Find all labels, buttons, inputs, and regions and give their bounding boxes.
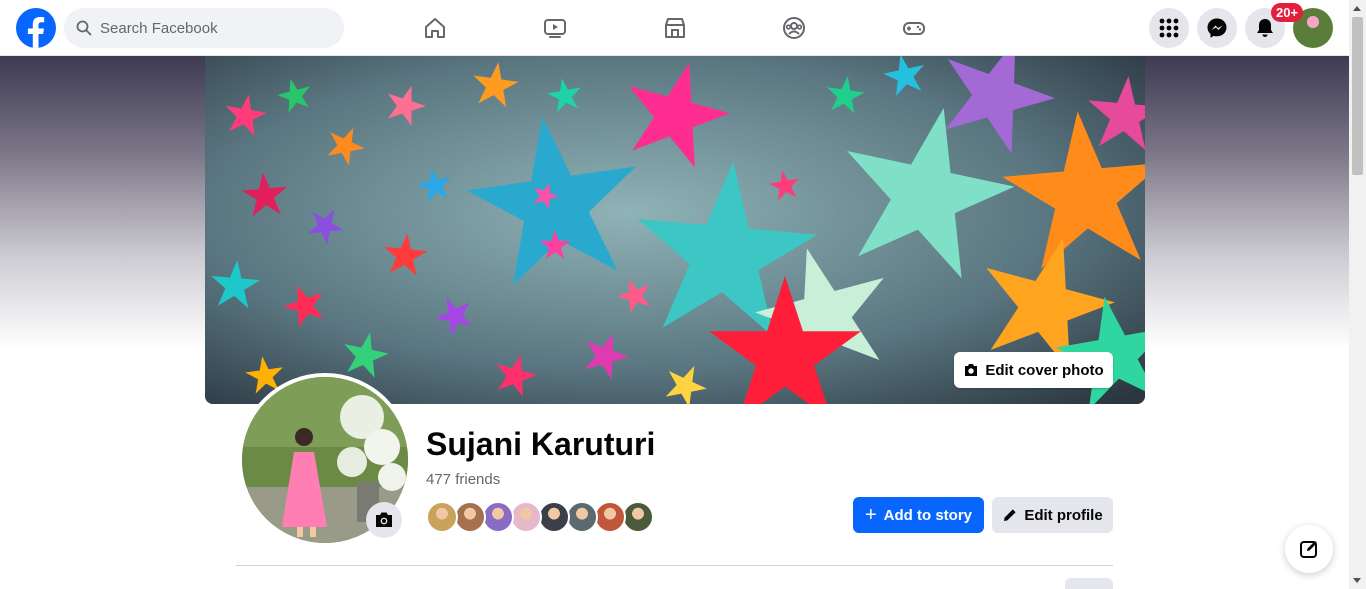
search-bar[interactable]	[64, 8, 344, 48]
search-icon	[76, 20, 92, 36]
vertical-scrollbar[interactable]	[1349, 0, 1366, 589]
marketplace-icon[interactable]	[659, 12, 691, 44]
home-icon[interactable]	[419, 12, 451, 44]
add-to-story-button[interactable]: + Add to story	[853, 497, 984, 533]
notifications-icon	[1257, 19, 1273, 37]
friend-avatar[interactable]	[510, 501, 542, 533]
edit-profile-button[interactable]: Edit profile	[992, 497, 1113, 533]
compose-icon	[1300, 541, 1317, 558]
friend-avatar[interactable]	[426, 501, 458, 533]
camera-icon	[965, 364, 978, 376]
camera-icon	[376, 512, 392, 527]
new-message-button[interactable]	[1285, 525, 1333, 573]
messenger-icon	[1207, 18, 1227, 38]
scroll-thumb[interactable]	[1352, 17, 1363, 175]
search-input[interactable]	[100, 19, 320, 37]
profile-name: Sujani Karuturi	[426, 426, 656, 462]
watch-icon[interactable]	[539, 12, 571, 44]
gaming-icon[interactable]	[898, 12, 930, 44]
friend-avatars-row	[426, 501, 654, 533]
plus-icon: +	[864, 504, 877, 526]
groups-icon[interactable]	[778, 12, 810, 44]
facebook-logo-icon[interactable]	[16, 8, 56, 48]
edit-cover-photo-label: Edit cover photo	[985, 361, 1104, 379]
messenger-button[interactable]	[1197, 8, 1237, 48]
friend-avatar[interactable]	[454, 501, 486, 533]
edit-cover-photo-button[interactable]: Edit cover photo	[954, 352, 1113, 388]
pencil-icon	[1004, 509, 1016, 521]
menu-grid-button[interactable]	[1149, 8, 1189, 48]
friend-avatar[interactable]	[538, 501, 570, 533]
update-profile-picture-button[interactable]	[366, 502, 402, 538]
friend-avatar[interactable]	[594, 501, 626, 533]
top-navigation-bar	[0, 0, 1349, 56]
friend-avatar[interactable]	[482, 501, 514, 533]
add-to-story-label: Add to story	[883, 506, 973, 524]
friend-avatar[interactable]	[566, 501, 598, 533]
section-divider	[236, 565, 1113, 566]
scroll-down-arrow-icon[interactable]	[1353, 578, 1361, 583]
scroll-up-arrow-icon[interactable]	[1353, 6, 1361, 11]
menu-grid-icon	[1159, 18, 1179, 38]
friend-avatar[interactable]	[622, 501, 654, 533]
friends-count-link[interactable]: 477 friends	[426, 471, 500, 488]
edit-profile-label: Edit profile	[1024, 506, 1103, 524]
more-options-button[interactable]	[1065, 578, 1113, 589]
notification-badge: 20+	[1271, 3, 1304, 22]
